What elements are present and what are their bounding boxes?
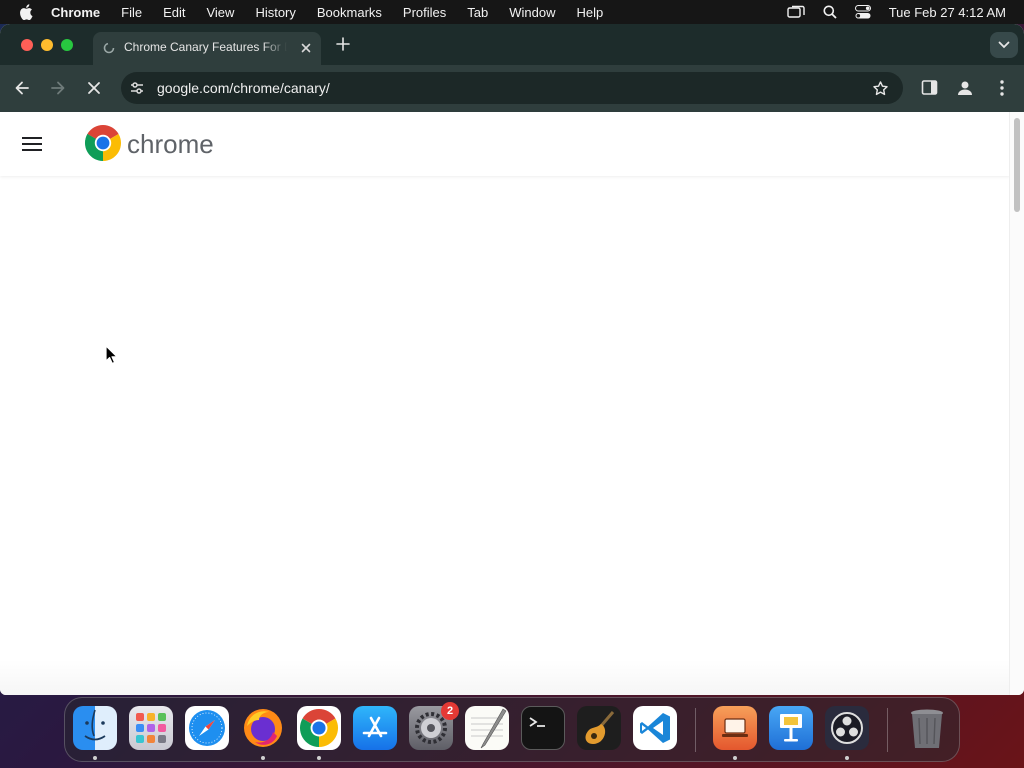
tab-active[interactable]: Chrome Canary Features For Developers	[93, 32, 321, 65]
terminal-icon	[529, 717, 545, 727]
laptop-icon	[722, 718, 748, 737]
textedit-icon	[471, 708, 507, 749]
dock-google-chrome[interactable]	[297, 706, 341, 750]
menu-help[interactable]: Help	[577, 5, 604, 20]
guitar-icon	[585, 711, 615, 744]
menu-profiles[interactable]: Profiles	[403, 5, 446, 20]
scrollbar-thumb[interactable]	[1014, 118, 1020, 212]
side-panel-button[interactable]	[921, 79, 938, 96]
forward-button[interactable]	[49, 79, 67, 97]
launchpad-grid-icon	[136, 713, 166, 743]
side-panel-icon	[921, 80, 938, 95]
chrome-logo-icon[interactable]	[85, 125, 121, 161]
tab-close-icon[interactable]	[299, 41, 313, 55]
menu-clock[interactable]: Tue Feb 27 4:12 AM	[889, 5, 1006, 20]
stop-loading-button[interactable]	[85, 79, 103, 97]
profile-button[interactable]	[956, 79, 974, 97]
control-center-icon[interactable]	[854, 5, 871, 19]
vscode-icon	[640, 713, 670, 743]
menu-app-name[interactable]: Chrome	[51, 5, 100, 20]
stop-icon	[88, 82, 100, 94]
more-menu-button[interactable]	[994, 79, 1010, 97]
dock-trash[interactable]	[905, 706, 949, 750]
dock-finder[interactable]	[73, 706, 117, 750]
trash-icon	[911, 709, 943, 748]
menu-view[interactable]: View	[206, 5, 234, 20]
site-info-icon[interactable]	[129, 80, 145, 96]
obs-icon	[831, 712, 863, 744]
site-header: chrome	[0, 112, 1010, 176]
chrome-icon	[300, 709, 338, 747]
dock-app-store[interactable]	[353, 706, 397, 750]
dock-firefox[interactable]	[241, 706, 285, 750]
dock-safari[interactable]	[185, 706, 229, 750]
spotlight-search-icon[interactable]	[823, 5, 837, 19]
dock: 2	[64, 697, 960, 762]
dock-separator	[887, 708, 888, 752]
apple-icon[interactable]	[19, 4, 33, 20]
dock-running-indicator	[733, 756, 737, 760]
screen-mirroring-icon[interactable]	[786, 5, 805, 19]
new-tab-icon[interactable]	[336, 37, 350, 51]
menu-history[interactable]: History	[255, 5, 295, 20]
browser-toolbar: google.com/chrome/canary/	[0, 65, 1024, 112]
dock-running-indicator	[261, 756, 265, 760]
minimize-window-button[interactable]	[41, 39, 53, 51]
dock-running-indicator	[845, 756, 849, 760]
firefox-icon	[244, 709, 282, 747]
finder-icon	[84, 709, 106, 741]
dock-obs[interactable]	[825, 706, 869, 750]
more-vertical-icon	[1000, 80, 1004, 96]
mouse-cursor-icon	[105, 345, 118, 364]
chevron-down-icon	[998, 41, 1010, 49]
arrow-left-icon	[15, 81, 29, 95]
content-bottom-shadow	[0, 659, 1010, 695]
profile-icon	[958, 81, 972, 95]
dock-separator	[695, 708, 696, 752]
loading-favicon-icon	[103, 42, 115, 54]
menu-edit[interactable]: Edit	[163, 5, 185, 20]
brand-wordmark[interactable]: chrome	[127, 129, 214, 160]
web-page: chrome	[0, 112, 1010, 695]
dock-garageband[interactable]	[577, 706, 621, 750]
dock-textedit[interactable]	[465, 706, 509, 750]
hamburger-menu-icon[interactable]	[22, 136, 42, 152]
tab-search-button[interactable]	[990, 32, 1018, 58]
menu-window[interactable]: Window	[509, 5, 555, 20]
notification-badge: 2	[441, 702, 459, 720]
menu-bookmarks[interactable]: Bookmarks	[317, 5, 382, 20]
address-bar-url[interactable]: google.com/chrome/canary/	[157, 80, 330, 96]
dock-launchpad[interactable]	[129, 706, 173, 750]
menu-tab[interactable]: Tab	[467, 5, 488, 20]
menu-file[interactable]: File	[121, 5, 142, 20]
dock-running-indicator	[317, 756, 321, 760]
zoom-window-button[interactable]	[61, 39, 73, 51]
safari-compass-icon	[189, 710, 225, 746]
address-bar[interactable]: google.com/chrome/canary/	[121, 72, 903, 104]
menu-bar: Chrome File Edit View History Bookmarks …	[0, 0, 1024, 24]
dock-screen-sharing[interactable]	[713, 706, 757, 750]
tab-title: Chrome Canary Features For Developers	[124, 40, 287, 54]
chrome-window: Chrome Canary Features For Developers	[0, 24, 1024, 695]
tab-strip: Chrome Canary Features For Developers	[0, 24, 1024, 65]
dock-keynote[interactable]	[769, 706, 813, 750]
bookmark-star-icon[interactable]	[872, 80, 889, 97]
dock-terminal[interactable]	[521, 706, 565, 750]
close-window-button[interactable]	[21, 39, 33, 51]
keynote-podium-icon	[780, 714, 802, 742]
back-button[interactable]	[13, 79, 31, 97]
app-store-icon	[362, 716, 388, 738]
vertical-scrollbar[interactable]	[1009, 112, 1024, 695]
dock-running-indicator	[93, 756, 97, 760]
arrow-right-icon	[51, 81, 65, 95]
dock-visual-studio-code[interactable]	[633, 706, 677, 750]
